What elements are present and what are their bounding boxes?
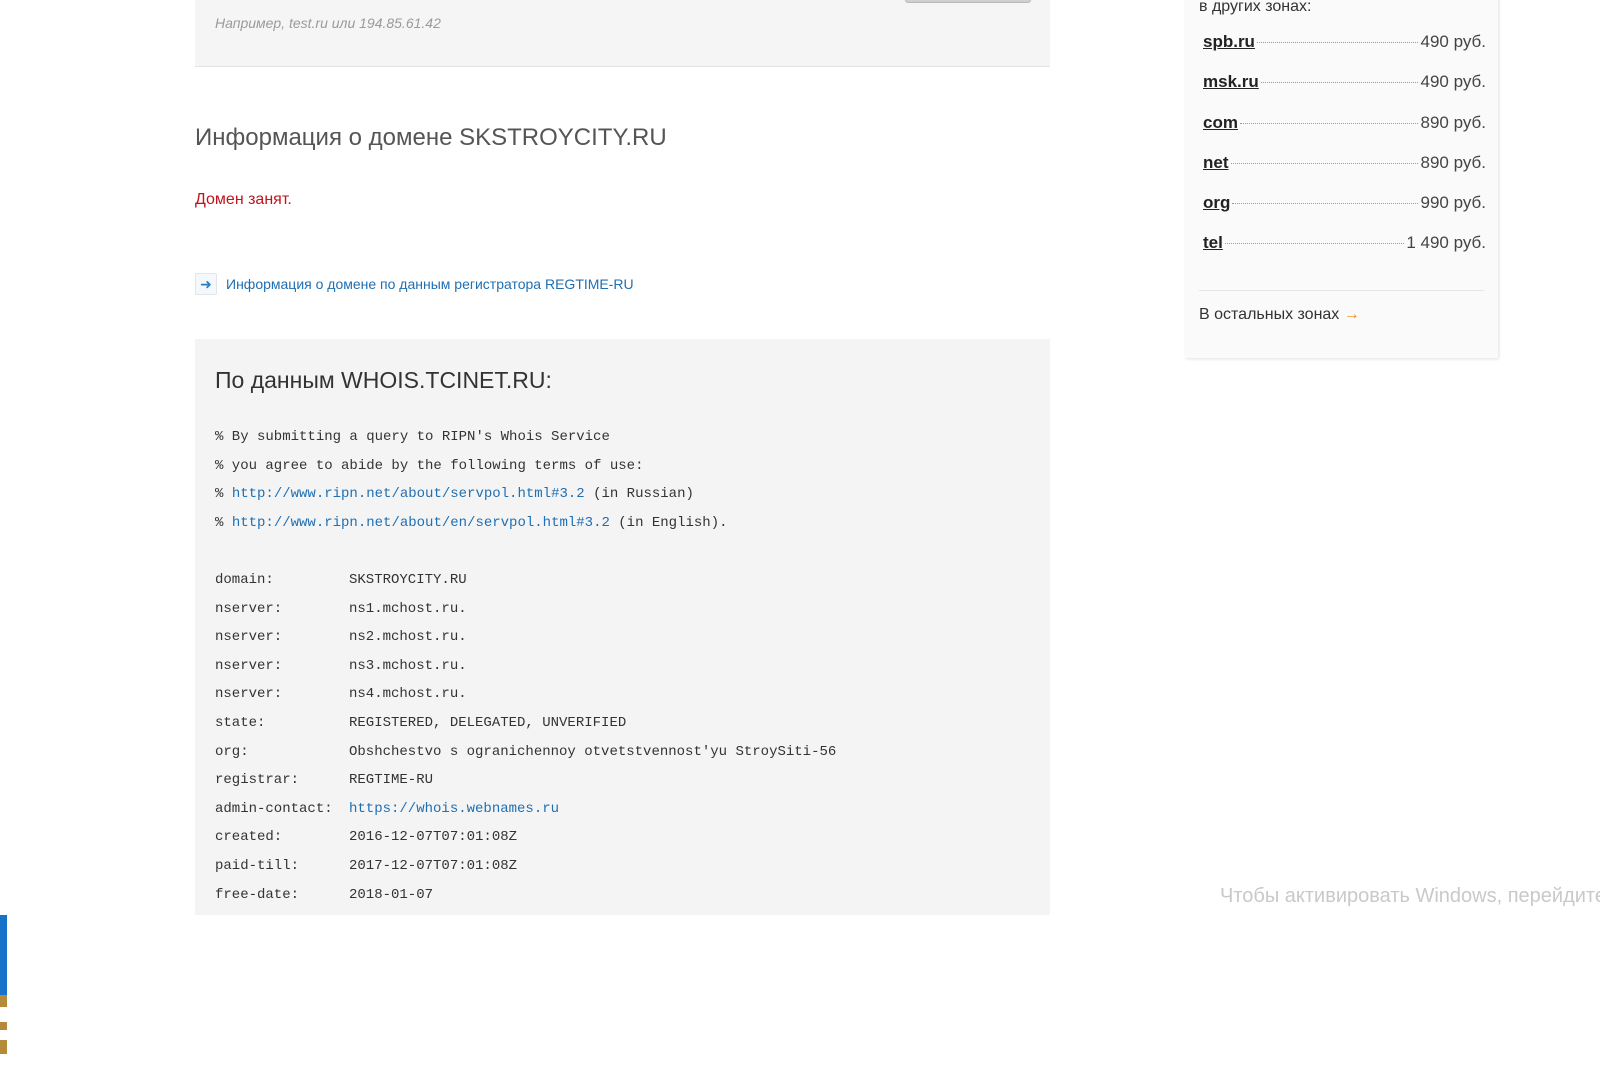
whois-records: domain: SKSTROYCITY.RU nserver: ns1.mchost.… [215, 566, 836, 909]
domain-search-form: Например, test.ru или 194.85.61.42 [195, 0, 1050, 67]
other-zones-label: В остальных зонах [1199, 306, 1340, 323]
zone-link[interactable]: msk.ru [1203, 72, 1259, 92]
other-zones-sidebar: в других зонах: spb.ru 490 руб. msk.ru 490 … [1185, 0, 1498, 358]
whois-output: % By submitting a query to RIPN's Whois … [215, 423, 836, 909]
whois-record-row: nserver: ns2.mchost.ru. [215, 623, 836, 652]
whois-record-row: state: REGISTERED, DELEGATED, UNVERIFIED [215, 709, 836, 738]
zone-row-net: net 890 руб. [1203, 153, 1486, 173]
whois-record-row: registrar: REGTIME-RU [215, 766, 836, 795]
whois-record-row: created: 2016-12-07T07:01:08Z [215, 823, 836, 852]
whois-record-row: domain: SKSTROYCITY.RU [215, 566, 836, 595]
zone-link[interactable]: tel [1203, 233, 1223, 253]
zone-row-spb-ru: spb.ru 490 руб. [1203, 32, 1486, 52]
whois-panel: По данным WHOIS.TCINET.RU: % By submitti… [195, 339, 1050, 915]
page: Например, test.ru или 194.85.61.42 Инфор… [0, 0, 1600, 1069]
comment-prefix: % [215, 514, 232, 531]
whois-record-row: nserver: ns1.mchost.ru. [215, 595, 836, 624]
other-zones-link[interactable]: В остальных зонах → [1199, 306, 1360, 324]
sidebar-divider [1199, 290, 1484, 291]
search-button[interactable] [905, 0, 1031, 3]
dotted-leader [1224, 243, 1405, 244]
whois-record-key: nserver: [215, 686, 283, 703]
zone-link[interactable]: net [1203, 153, 1229, 173]
whois-record-key: registrar: [215, 772, 300, 789]
arrow-right-icon: ➜ [195, 273, 217, 295]
arrow-right-icon: → [1343, 306, 1360, 323]
registrar-info-link[interactable]: Информация о домене по данным регистрато… [226, 276, 634, 292]
page-title: Информация о домене SKSTROYCITY.RU [195, 124, 667, 151]
whois-record-row: nserver: ns4.mchost.ru. [215, 680, 836, 709]
zone-link[interactable]: spb.ru [1203, 32, 1255, 52]
dotted-leader [1230, 163, 1419, 164]
whois-record-value: ns1.mchost.ru. [349, 600, 467, 617]
ripn-english-link[interactable]: http://www.ripn.net/about/en/servpol.htm… [232, 515, 610, 531]
whois-record-key: nserver: [215, 600, 283, 617]
zone-price: 890 руб. [1420, 113, 1486, 132]
whois-record-key: domain: [215, 571, 274, 588]
dotted-leader [1256, 42, 1419, 43]
whois-link-line: % http://www.ripn.net/about/servpol.html… [215, 480, 836, 509]
whois-record-key: org: [215, 743, 249, 760]
zone-row-com: com 890 руб. [1203, 113, 1486, 133]
whois-record-key: state: [215, 714, 266, 731]
whois-record-key: admin-contact: [215, 800, 333, 817]
link-suffix: (in English). [609, 514, 728, 531]
zone-row-msk-ru: msk.ru 490 руб. [1203, 72, 1486, 92]
whois-record-value: 2017-12-07T07:01:08Z [349, 857, 518, 874]
whois-title: По данным WHOIS.TCINET.RU: [215, 367, 552, 393]
admin-contact-link[interactable]: https://whois.webnames.ru [349, 801, 559, 817]
whois-record-value: ns3.mchost.ru. [349, 657, 467, 674]
link-suffix: (in Russian) [584, 486, 694, 503]
whois-record-value: 2018-01-07 [349, 886, 434, 903]
comment-prefix: % [215, 486, 232, 503]
sidebar-heading: в других зонах: [1199, 0, 1312, 15]
whois-record-key: free-date: [215, 886, 300, 903]
ripn-russian-link[interactable]: http://www.ripn.net/about/servpol.html#3… [232, 486, 585, 502]
whois-record-key: nserver: [215, 629, 283, 646]
whois-record-row: nserver: ns3.mchost.ru. [215, 652, 836, 681]
whois-record-value: SKSTROYCITY.RU [349, 571, 467, 588]
taskbar-edge [0, 915, 7, 995]
zone-row-org: org 990 руб. [1203, 193, 1486, 213]
whois-record-value: 2016-12-07T07:01:08Z [349, 829, 518, 846]
taskbar-edge [0, 995, 7, 1007]
whois-record-row: paid-till: 2017-12-07T07:01:08Z [215, 852, 836, 881]
zone-price: 490 руб. [1420, 32, 1486, 51]
zone-price: 490 руб. [1420, 72, 1486, 91]
whois-record-row: org: Obshchestvo s ogranichennoy otvetstv… [215, 738, 836, 767]
whois-record-value: ns2.mchost.ru. [349, 629, 467, 646]
windows-activation-watermark: Чтобы активировать Windows, перейдите к [1220, 885, 1600, 907]
registrar-info-row: ➜ Информация о домене по данным регистра… [195, 273, 634, 295]
whois-record-value: ns4.mchost.ru. [349, 686, 467, 703]
whois-record-key: nserver: [215, 657, 283, 674]
whois-link-line: % http://www.ripn.net/about/en/servpol.h… [215, 509, 836, 538]
domain-status: Домен занят. [195, 191, 292, 208]
taskbar-edge [0, 1040, 7, 1054]
whois-record-value: REGISTERED, DELEGATED, UNVERIFIED [349, 714, 627, 731]
whois-record-value: REGTIME-RU [349, 772, 434, 789]
whois-comment-line: % By submitting a query to RIPN's Whois … [215, 429, 610, 445]
zone-price: 1 490 руб. [1406, 233, 1486, 252]
whois-record-value: Obshchestvo s ogranichennoy otvetstvenno… [349, 743, 837, 760]
zone-price: 990 руб. [1420, 193, 1486, 212]
search-hint: Например, test.ru или 194.85.61.42 [215, 15, 441, 31]
dotted-leader [1239, 123, 1419, 124]
dotted-leader [1260, 82, 1419, 83]
whois-record-row: admin-contact: https://whois.webnames.ru [215, 795, 836, 824]
zone-price: 890 руб. [1420, 153, 1486, 172]
dotted-leader [1232, 203, 1419, 204]
taskbar-edge [0, 1022, 7, 1030]
whois-comment-line: % you agree to abide by the following te… [215, 457, 644, 474]
zone-row-tel: tel 1 490 руб. [1203, 233, 1486, 253]
zone-link[interactable]: com [1203, 113, 1238, 133]
whois-record-row: free-date: 2018-01-07 [215, 881, 836, 910]
whois-record-key: created: [215, 829, 283, 846]
zone-link[interactable]: org [1203, 193, 1230, 213]
whois-record-key: paid-till: [215, 857, 300, 874]
